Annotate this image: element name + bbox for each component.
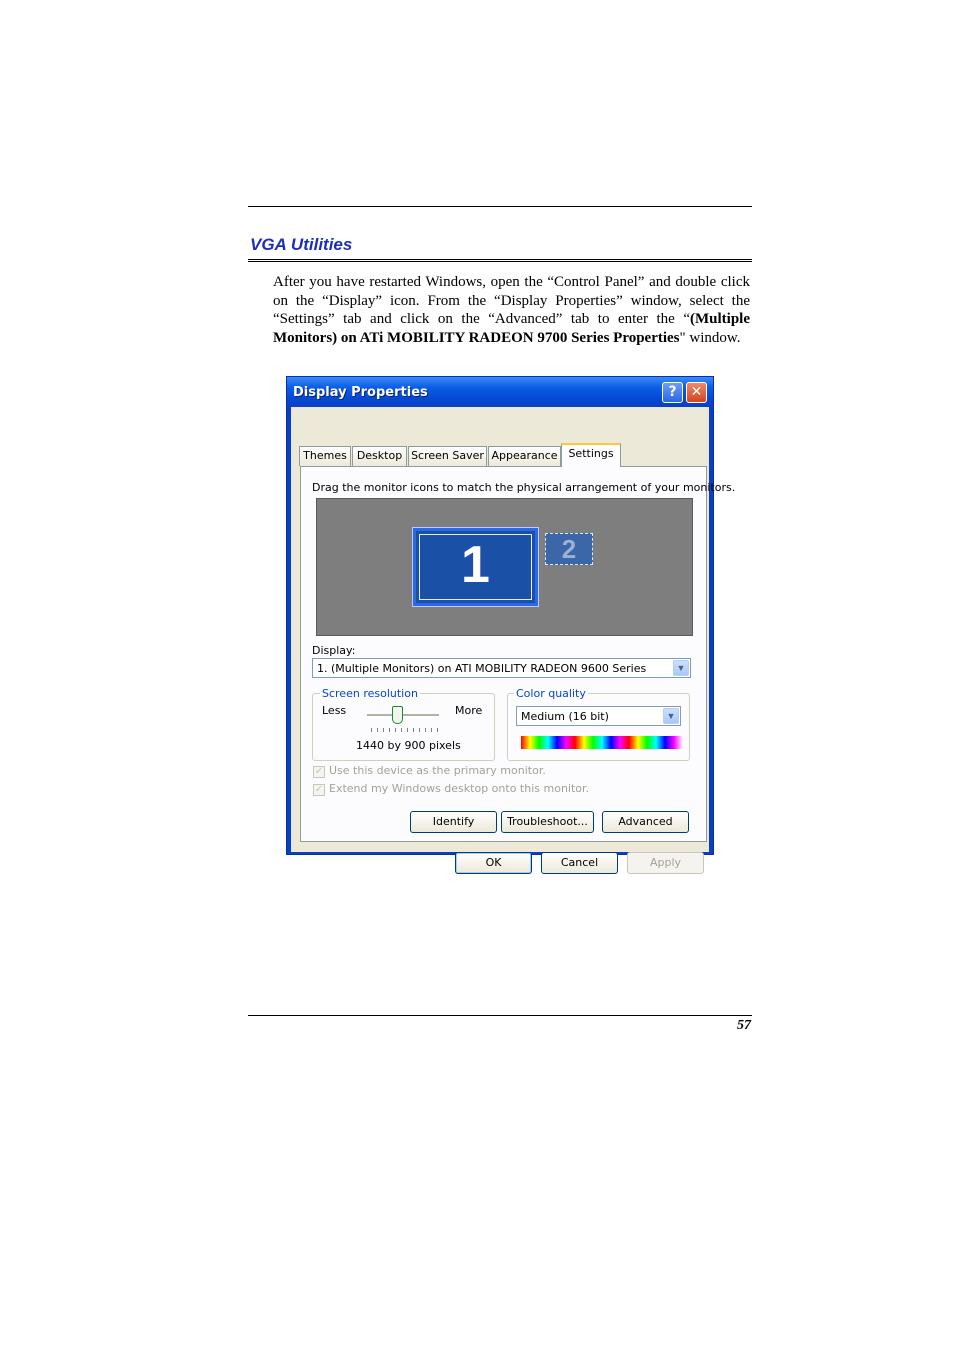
arrangement-instruction: Drag the monitor icons to match the phys… [312, 481, 736, 494]
color-quality-legend: Color quality [514, 687, 588, 700]
color-spectrum-bar [521, 736, 683, 749]
section-heading: VGA Utilities [250, 235, 353, 254]
page-number: 57 [737, 1018, 751, 1033]
instruction-paragraph: After you have restarted Windows, open t… [273, 274, 750, 346]
primary-monitor-label: Use this device as the primary monitor. [329, 764, 546, 777]
window-title: Display Properties [293, 385, 428, 400]
identify-button[interactable]: Identify [410, 811, 497, 833]
chevron-down-icon[interactable]: ▼ [663, 708, 679, 724]
color-quality-group [507, 693, 690, 761]
ok-button[interactable]: OK [455, 852, 532, 874]
advanced-button[interactable]: Advanced [602, 811, 689, 833]
apply-button[interactable]: Apply [627, 852, 704, 874]
resolution-slider-thumb[interactable] [392, 706, 403, 724]
tab-settings[interactable]: Settings [561, 443, 621, 467]
resolution-more-label: More [455, 704, 483, 717]
display-label: Display: [312, 644, 356, 657]
resolution-slider-ticks [371, 728, 439, 732]
color-quality-value: Medium (16 bit) [521, 710, 609, 723]
tab-themes[interactable]: Themes [299, 446, 351, 466]
resolution-value: 1440 by 900 pixels [356, 739, 461, 752]
tab-appearance[interactable]: Appearance [488, 446, 561, 466]
window-client-area: Themes Desktop Screen Saver Appearance S… [291, 407, 735, 874]
extend-desktop-label: Extend my Windows desktop onto this moni… [329, 782, 590, 795]
screen-resolution-legend: Screen resolution [320, 687, 420, 700]
monitor-1-number: 1 [461, 536, 490, 594]
primary-monitor-checkbox[interactable]: ✓ [313, 766, 325, 778]
monitor-1-icon[interactable]: 1 [412, 527, 539, 607]
monitor-2-number: 2 [561, 534, 577, 564]
troubleshoot-button[interactable]: Troubleshoot... [501, 811, 594, 833]
monitor-arrangement-area[interactable]: 1 2 [316, 498, 693, 636]
tab-desktop[interactable]: Desktop [352, 446, 407, 466]
help-button[interactable]: ? [662, 382, 683, 403]
display-select[interactable]: 1. (Multiple Monitors) on ATI MOBILITY R… [312, 658, 691, 678]
resolution-slider-track[interactable] [367, 714, 439, 717]
close-button[interactable]: ✕ [686, 382, 707, 403]
display-properties-window: Display Properties ? ✕ Themes Desktop Sc… [286, 376, 735, 874]
color-quality-select[interactable]: Medium (16 bit) ▼ [516, 706, 681, 726]
monitor-2-icon[interactable]: 2 [545, 533, 593, 565]
display-select-value: 1. (Multiple Monitors) on ATI MOBILITY R… [317, 662, 647, 675]
resolution-less-label: Less [322, 704, 347, 717]
tab-screen-saver[interactable]: Screen Saver [408, 446, 487, 466]
heading-rule-lower [248, 261, 752, 262]
heading-rule [248, 259, 752, 260]
window-titlebar[interactable]: Display Properties ? ✕ [287, 377, 713, 407]
extend-desktop-checkbox[interactable]: ✓ [313, 784, 325, 796]
chevron-down-icon[interactable]: ▼ [673, 660, 689, 676]
header-rule [248, 206, 752, 207]
cancel-button[interactable]: Cancel [541, 852, 618, 874]
footer-rule [248, 1015, 752, 1016]
